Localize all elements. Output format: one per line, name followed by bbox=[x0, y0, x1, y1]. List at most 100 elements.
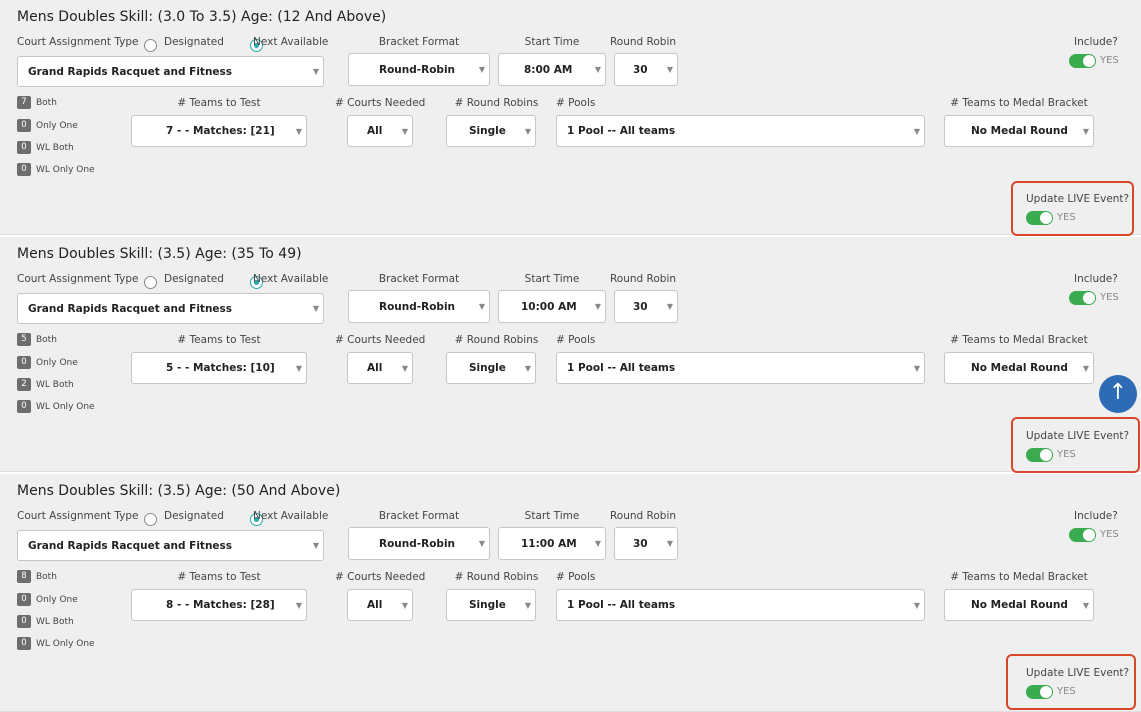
pools-select[interactable]: 1 Pool -- All teams ▼ bbox=[556, 589, 925, 621]
bracket-format-select[interactable]: Round-Robin ▼ bbox=[348, 290, 490, 323]
round-robin-value: 30 bbox=[633, 537, 648, 550]
chevron-down-icon: ▼ bbox=[666, 65, 674, 74]
toggle-switch[interactable] bbox=[1069, 290, 1096, 305]
include-toggle[interactable]: YES bbox=[1069, 287, 1119, 306]
facility-select[interactable]: Grand Rapids Racquet and Fitness ▼ bbox=[17, 56, 324, 87]
count-badge: 7 bbox=[17, 96, 31, 109]
chevron-down-icon: ▼ bbox=[478, 302, 486, 311]
start-time-select[interactable]: 10:00 AM ▼ bbox=[498, 290, 606, 323]
round-robin-label: Round Robin bbox=[609, 510, 677, 522]
medal-select[interactable]: No Medal Round ▼ bbox=[944, 352, 1094, 384]
round-robins-select[interactable]: Single ▼ bbox=[446, 115, 536, 147]
round-robin-label: Round Robin bbox=[609, 273, 677, 285]
toggle-switch[interactable] bbox=[1026, 684, 1053, 699]
pools-select[interactable]: 1 Pool -- All teams ▼ bbox=[556, 115, 925, 147]
facility-select[interactable]: Grand Rapids Racquet and Fitness ▼ bbox=[17, 530, 324, 561]
start-time-label: Start Time bbox=[524, 510, 580, 522]
designated-radio[interactable] bbox=[144, 276, 157, 289]
toggle-switch[interactable] bbox=[1026, 210, 1053, 225]
round-robin-value: 30 bbox=[633, 300, 648, 313]
chevron-down-icon: ▼ bbox=[913, 600, 921, 610]
bracket-format-label: Bracket Format bbox=[378, 273, 460, 285]
include-label: Include? bbox=[1074, 273, 1118, 285]
bracket-format-value: Round-Robin bbox=[379, 300, 456, 313]
next-available-label: Next Available bbox=[253, 273, 329, 285]
teams-to-test-select[interactable]: 8 - - Matches: [28] ▼ bbox=[131, 589, 307, 621]
stat-label: WL Only One bbox=[36, 164, 95, 175]
chevron-down-icon: ▼ bbox=[666, 539, 674, 548]
chevron-down-icon: ▼ bbox=[1082, 126, 1090, 136]
include-label: Include? bbox=[1074, 36, 1118, 48]
round-robins-label: # Round Robins bbox=[454, 334, 539, 346]
chevron-down-icon: ▼ bbox=[295, 600, 303, 610]
toggle-switch[interactable] bbox=[1069, 527, 1096, 542]
round-robins-value: Single bbox=[469, 125, 506, 137]
toggle-switch[interactable] bbox=[1026, 447, 1053, 462]
round-robin-value: 30 bbox=[633, 63, 648, 76]
round-robins-select[interactable]: Single ▼ bbox=[446, 589, 536, 621]
update-live-label: Update LIVE Event? bbox=[1026, 430, 1130, 442]
scroll-to-top-button[interactable]: ↑ bbox=[1099, 375, 1137, 413]
medal-select[interactable]: No Medal Round ▼ bbox=[944, 115, 1094, 147]
teams-to-test-value: 5 - - Matches: [10] bbox=[166, 362, 275, 374]
designated-radio[interactable] bbox=[144, 39, 157, 52]
teams-to-test-select[interactable]: 5 - - Matches: [10] ▼ bbox=[131, 352, 307, 384]
teams-to-test-value: 8 - - Matches: [28] bbox=[166, 599, 275, 611]
round-robins-select[interactable]: Single ▼ bbox=[446, 352, 536, 384]
start-time-select[interactable]: 11:00 AM ▼ bbox=[498, 527, 606, 560]
bracket-format-select[interactable]: Round-Robin ▼ bbox=[348, 53, 490, 86]
count-badge: 8 bbox=[17, 570, 31, 583]
stat-wl-both: 2 WL Both bbox=[17, 378, 74, 391]
include-toggle[interactable]: YES bbox=[1069, 50, 1119, 69]
update-live-toggle[interactable]: YES bbox=[1026, 444, 1076, 463]
teams-to-test-label: # Teams to Test bbox=[177, 334, 261, 346]
designated-label: Designated bbox=[164, 510, 224, 522]
update-live-label: Update LIVE Event? bbox=[1026, 193, 1130, 205]
chevron-down-icon: ▼ bbox=[913, 126, 921, 136]
pools-value: 1 Pool -- All teams bbox=[567, 599, 676, 611]
medal-value: No Medal Round bbox=[971, 125, 1068, 137]
teams-to-test-select[interactable]: 7 - - Matches: [21] ▼ bbox=[131, 115, 307, 147]
chevron-down-icon: ▼ bbox=[401, 600, 409, 610]
chevron-down-icon: ▼ bbox=[478, 539, 486, 548]
court-assignment-label: Court Assignment Type bbox=[17, 273, 139, 285]
stat-label: Both bbox=[36, 334, 57, 345]
stat-label: Only One bbox=[36, 120, 78, 131]
chevron-down-icon: ▼ bbox=[295, 363, 303, 373]
chevron-down-icon: ▼ bbox=[524, 363, 532, 373]
event-title: Mens Doubles Skill: (3.5) Age: (50 And A… bbox=[17, 483, 341, 499]
round-robins-label: # Round Robins bbox=[454, 97, 539, 109]
chevron-down-icon: ▼ bbox=[295, 126, 303, 136]
start-time-label: Start Time bbox=[524, 273, 580, 285]
pools-select[interactable]: 1 Pool -- All teams ▼ bbox=[556, 352, 925, 384]
chevron-down-icon: ▼ bbox=[524, 600, 532, 610]
pools-value: 1 Pool -- All teams bbox=[567, 362, 676, 374]
courts-needed-value: All bbox=[367, 125, 383, 137]
courts-needed-select[interactable]: All ▼ bbox=[347, 115, 413, 147]
round-robin-select[interactable]: 30 ▼ bbox=[614, 527, 678, 560]
stat-wl-both: 0 WL Both bbox=[17, 141, 74, 154]
medal-select[interactable]: No Medal Round ▼ bbox=[944, 589, 1094, 621]
courts-needed-select[interactable]: All ▼ bbox=[347, 589, 413, 621]
update-live-toggle[interactable]: YES bbox=[1026, 207, 1076, 226]
round-robin-select[interactable]: 30 ▼ bbox=[614, 53, 678, 86]
round-robins-value: Single bbox=[469, 599, 506, 611]
round-robins-value: Single bbox=[469, 362, 506, 374]
designated-radio[interactable] bbox=[144, 513, 157, 526]
count-badge: 0 bbox=[17, 637, 31, 650]
court-assignment-label: Court Assignment Type bbox=[17, 510, 139, 522]
event-title: Mens Doubles Skill: (3.5) Age: (35 To 49… bbox=[17, 246, 302, 262]
stat-label: Both bbox=[36, 571, 57, 582]
toggle-switch[interactable] bbox=[1069, 53, 1096, 68]
update-live-toggle[interactable]: YES bbox=[1026, 681, 1076, 700]
round-robin-select[interactable]: 30 ▼ bbox=[614, 290, 678, 323]
start-time-select[interactable]: 8:00 AM ▼ bbox=[498, 53, 606, 86]
stat-label: WL Only One bbox=[36, 401, 95, 412]
include-toggle[interactable]: YES bbox=[1069, 524, 1119, 543]
update-live-yes: YES bbox=[1057, 686, 1076, 697]
stat-label: Only One bbox=[36, 594, 78, 605]
courts-needed-select[interactable]: All ▼ bbox=[347, 352, 413, 384]
facility-select[interactable]: Grand Rapids Racquet and Fitness ▼ bbox=[17, 293, 324, 324]
bracket-format-select[interactable]: Round-Robin ▼ bbox=[348, 527, 490, 560]
medal-value: No Medal Round bbox=[971, 599, 1068, 611]
